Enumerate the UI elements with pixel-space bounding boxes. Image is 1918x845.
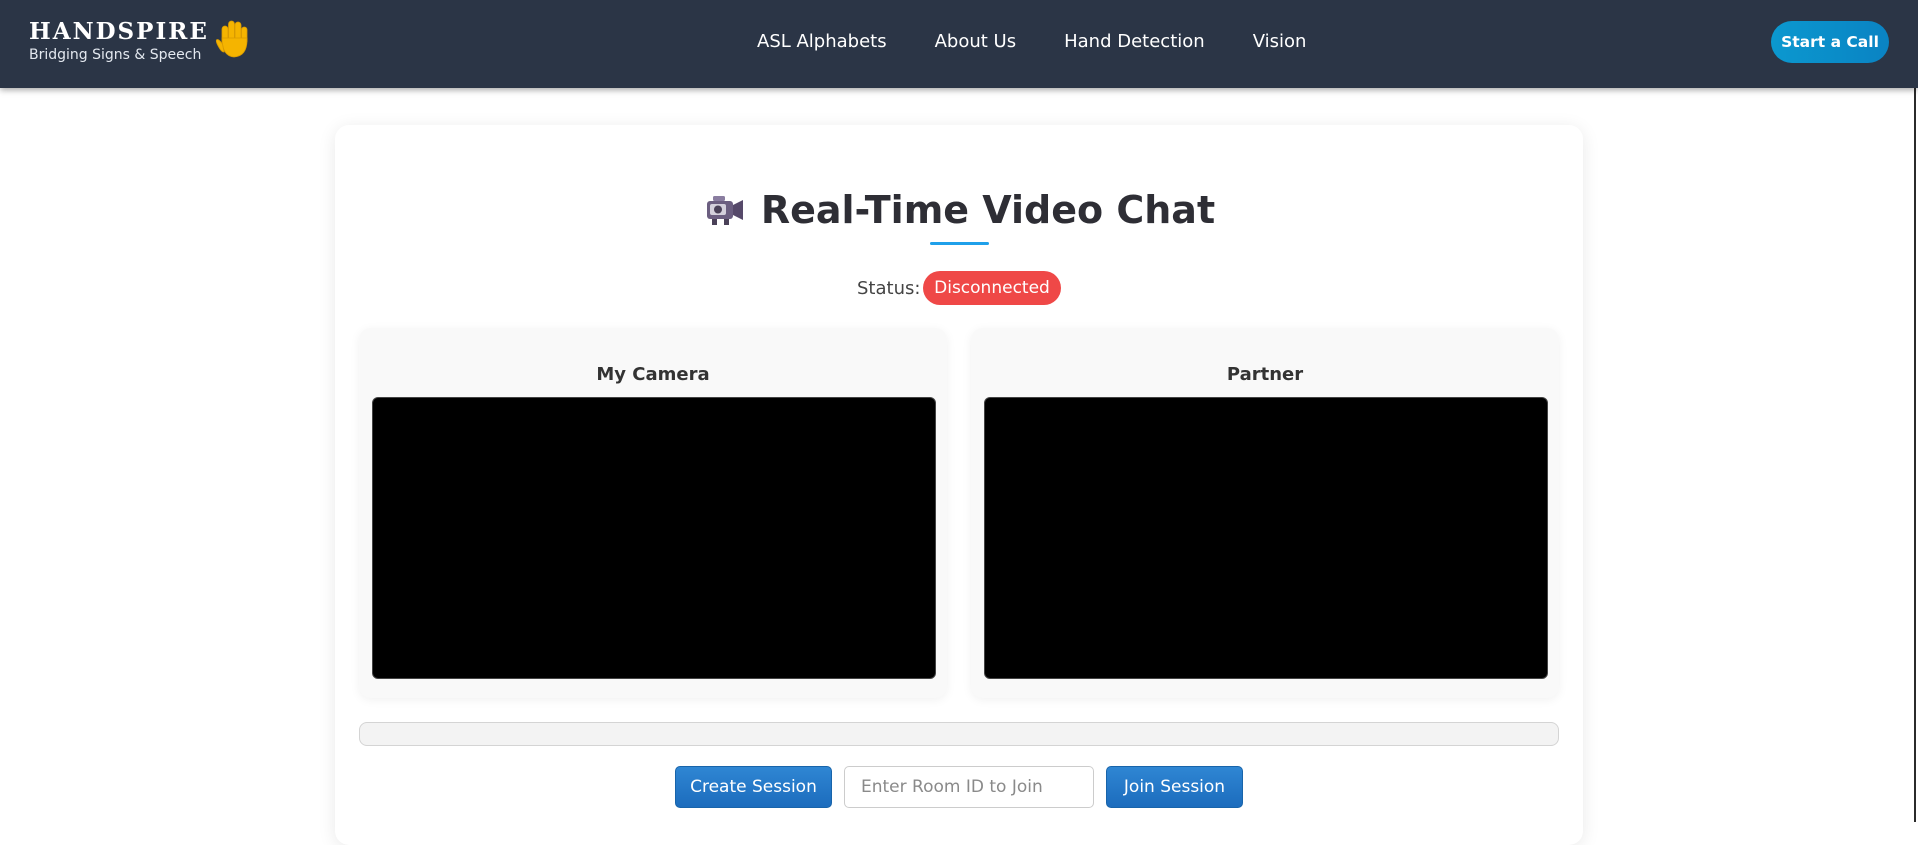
raised-hand-icon: [215, 20, 248, 58]
nav-link-about-us[interactable]: About Us: [935, 30, 1017, 54]
start-call-button[interactable]: Start a Call: [1771, 21, 1889, 63]
nav-link-vision[interactable]: Vision: [1253, 30, 1307, 54]
my-camera-title: My Camera: [596, 364, 710, 385]
nav-link-hand-detection[interactable]: Hand Detection: [1064, 30, 1205, 54]
create-session-button[interactable]: Create Session: [675, 766, 832, 808]
join-session-button[interactable]: Join Session: [1106, 766, 1243, 808]
brand-name: HANDSPIRE: [29, 18, 209, 45]
my-camera-video: [372, 397, 936, 679]
top-navbar: HANDSPIRE Bridging Signs & Speech ASL Al…: [0, 0, 1918, 88]
video-camera-icon: [706, 196, 743, 225]
main-nav: ASL Alphabets About Us Hand Detection Vi…: [757, 30, 1306, 54]
nav-link-asl-alphabets[interactable]: ASL Alphabets: [757, 30, 887, 54]
partner-video: [984, 397, 1548, 679]
partner-title: Partner: [1226, 364, 1304, 385]
session-controls: Create Session Join Session: [0, 766, 1918, 808]
room-id-input[interactable]: [844, 766, 1094, 808]
page-title-row: Real-Time Video Chat: [0, 182, 1918, 238]
title-underline: [930, 242, 989, 245]
brand-logo[interactable]: HANDSPIRE Bridging Signs & Speech: [29, 19, 209, 64]
brand-tagline: Bridging Signs & Speech: [29, 47, 202, 63]
page-title: Real-Time Video Chat: [760, 188, 1216, 232]
status-label: Status:: [857, 278, 921, 299]
session-message-bar: [359, 722, 1559, 746]
my-camera-panel: My Camera: [359, 328, 947, 698]
partner-panel: Partner: [971, 328, 1559, 698]
status-badge: Disconnected: [923, 271, 1061, 305]
